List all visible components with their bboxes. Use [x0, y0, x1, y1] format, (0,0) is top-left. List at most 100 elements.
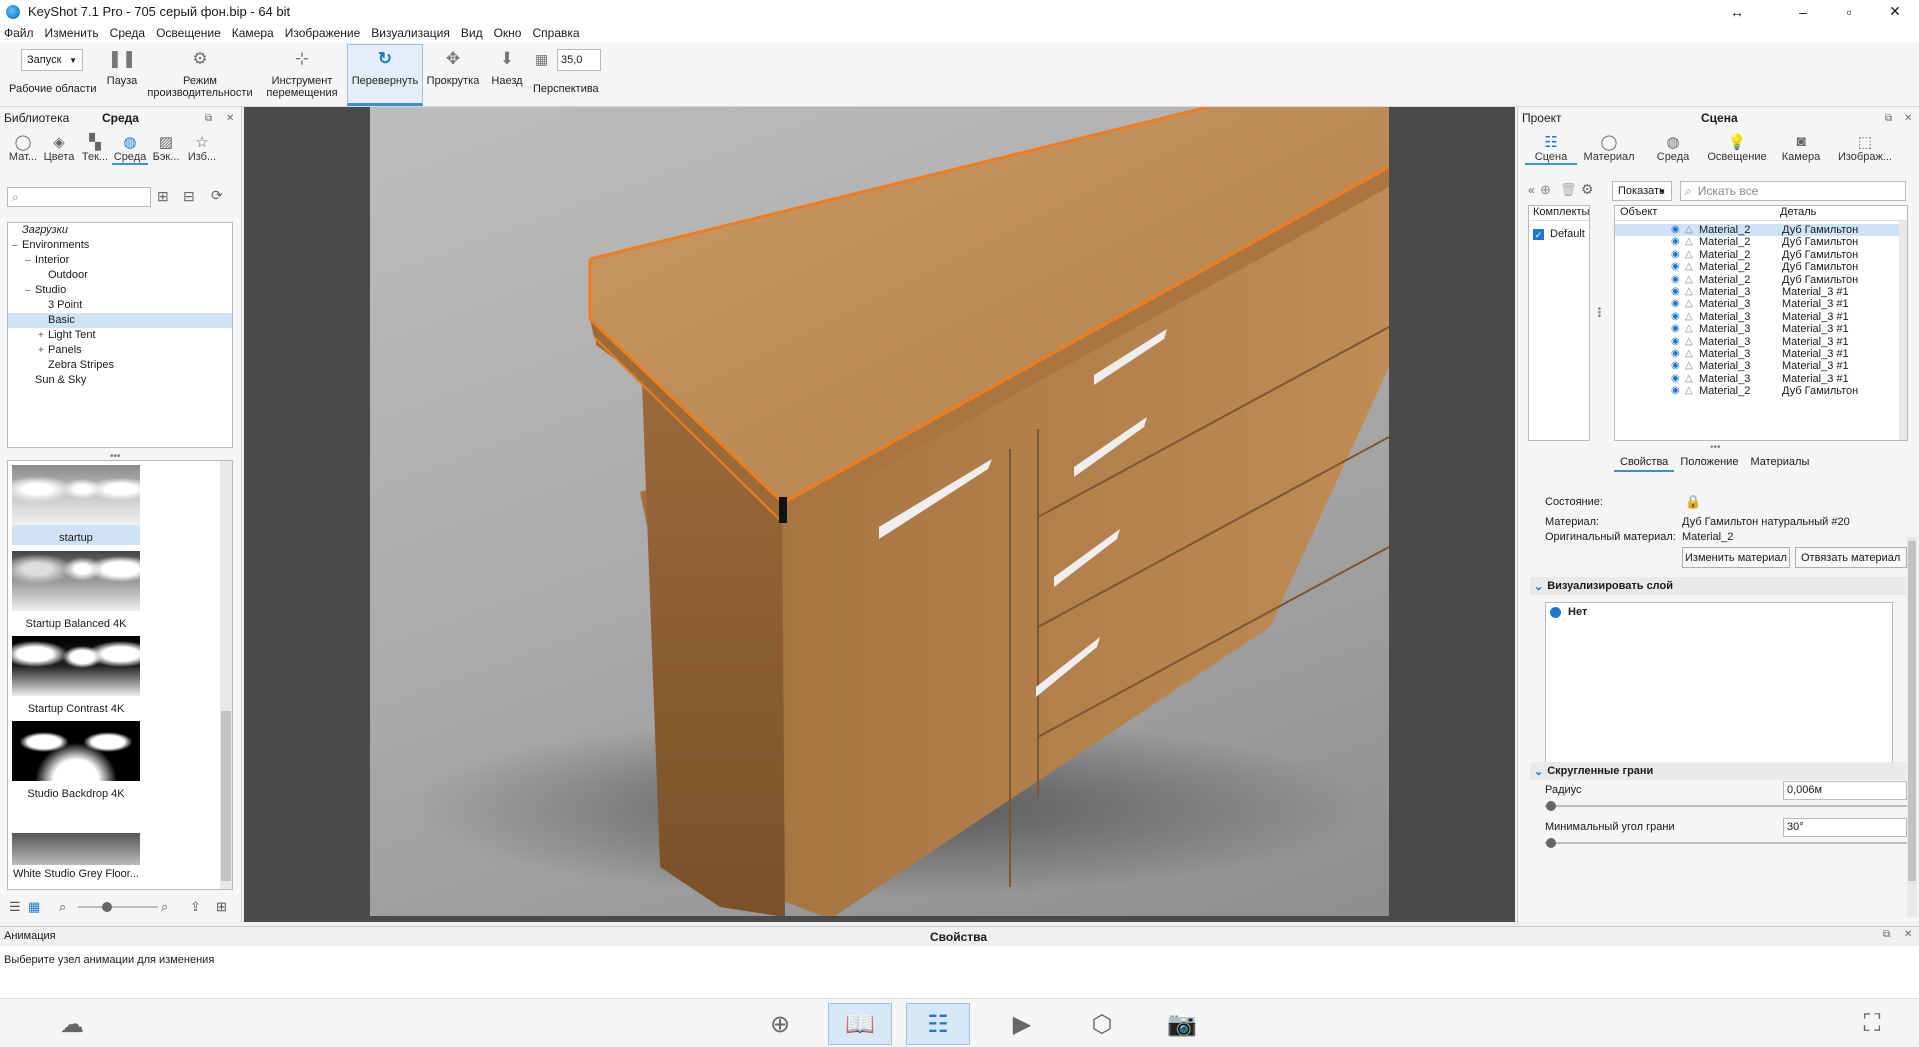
table-row[interactable]: ◉ △ Material_2 Дуб Гамильтон [1615, 274, 1907, 286]
import-button[interactable]: ⊕ [748, 1003, 812, 1045]
subtab-position[interactable]: Положение [1674, 456, 1744, 472]
tab-textures[interactable]: ▚ Тек... [78, 133, 112, 165]
thumbnail-size-slider[interactable] [78, 906, 158, 908]
visibility-eye-icon[interactable]: ◉ [1671, 286, 1680, 298]
folder-icon[interactable]: ⊞ [216, 899, 227, 915]
radius-slider-knob[interactable] [1546, 801, 1556, 811]
splitter-handle-icon[interactable]: ••• [1710, 442, 1721, 453]
animation-button[interactable]: ▶ [990, 1003, 1054, 1045]
subtab-materials[interactable]: Материалы [1744, 456, 1815, 472]
close-panel-icon[interactable]: ✕ [1904, 929, 1912, 940]
show-dropdown[interactable]: Показать ▼ [1612, 181, 1672, 201]
zoom-in-icon[interactable]: ⌕ [161, 899, 168, 915]
visibility-eye-icon[interactable]: ◉ [1671, 373, 1680, 385]
unlink-material-button[interactable]: Отвязать материал [1795, 547, 1907, 568]
visibility-eye-icon[interactable]: ◉ [1671, 385, 1680, 397]
visibility-eye-icon[interactable]: ◉ [1671, 311, 1680, 323]
thumbnail-startup[interactable]: startup [12, 465, 140, 545]
tree-item[interactable]: – Interior [8, 253, 232, 268]
add-object-icon[interactable]: ⊕ [1540, 182, 1551, 198]
tab-scene[interactable]: ☷ Сцена [1525, 133, 1577, 165]
table-row[interactable]: ◉ △ Material_3 Material_3 #1 [1615, 348, 1907, 360]
layer-item-none[interactable]: Нет [1550, 606, 1892, 618]
collapse-icon[interactable]: « [1528, 183, 1535, 197]
table-row[interactable]: ◉ △ Material_2 Дуб Гамильтон [1615, 249, 1907, 261]
expand-icon[interactable]: + [38, 328, 44, 343]
add-folder-icon[interactable]: ⊞ [157, 188, 169, 205]
expand-icon[interactable]: + [38, 343, 44, 358]
change-material-button[interactable]: Изменить материал [1682, 547, 1790, 568]
render-button[interactable]: 📷 [1150, 1003, 1214, 1045]
menu-camera[interactable]: Камера [232, 26, 274, 40]
render-image[interactable] [370, 107, 1389, 916]
splitter-handle-icon[interactable]: ••• [1593, 307, 1604, 318]
undock-icon[interactable]: ⧉ [1885, 113, 1892, 124]
fov-input[interactable]: 35,0 [557, 49, 601, 71]
zoom-out-icon[interactable]: ⌕ [59, 899, 66, 915]
move-tool-button[interactable]: ⊹ Инструмент перемещения [264, 47, 340, 105]
tree-item[interactable]: Sun & Sky [8, 373, 232, 388]
table-row[interactable]: ◉ △ Material_2 Дуб Гамильтон [1615, 236, 1907, 248]
visibility-eye-icon[interactable]: ◉ [1671, 274, 1680, 286]
scene-table-scrollbar[interactable] [1899, 221, 1907, 440]
table-row[interactable]: ◉ △ Material_2 Дуб Гамильтон [1615, 385, 1907, 397]
tree-item[interactable]: + Panels [8, 343, 232, 358]
scene-search-input[interactable]: ⌕ Искать все [1680, 181, 1906, 201]
menu-edit[interactable]: Изменить [45, 26, 99, 40]
menu-file[interactable]: Файл [4, 26, 34, 40]
flip-button[interactable]: ↻ Перевернуть [347, 44, 423, 106]
menu-view[interactable]: Вид [461, 26, 483, 40]
slider-knob[interactable] [102, 902, 112, 912]
thumbnail-white-studio[interactable]: White Studio Grey Floor... [12, 833, 140, 880]
thumbnail-startup-balanced[interactable]: Startup Balanced 4K [12, 551, 140, 630]
scrollbar-thumb[interactable] [1908, 541, 1916, 881]
pause-button[interactable]: ❚❚ Пауза [102, 47, 142, 105]
min-angle-input[interactable]: 30° [1783, 818, 1907, 837]
checkbox-checked-icon[interactable]: ✓ [1533, 228, 1544, 240]
workspace-select[interactable]: Запуск ▼ [21, 49, 83, 71]
tab-materials[interactable]: ◯ Мат... [6, 133, 40, 165]
thumbnail-startup-contrast[interactable]: Startup Contrast 4K [12, 636, 140, 715]
visibility-eye-icon[interactable]: ◉ [1671, 323, 1680, 335]
tree-item[interactable]: Outdoor [8, 268, 232, 283]
tree-item[interactable]: Zebra Stripes [8, 358, 232, 373]
close-panel-icon[interactable]: ✕ [226, 113, 234, 124]
menu-window[interactable]: Окно [494, 26, 522, 40]
minimize-button[interactable]: – [1780, 0, 1826, 23]
dolly-button[interactable]: ⬇ Наезд [486, 47, 528, 105]
tab-lighting[interactable]: 💡 Освещение [1705, 133, 1769, 165]
menu-image[interactable]: Изображение [285, 26, 361, 40]
menu-environment[interactable]: Среда [110, 26, 145, 40]
tab-favorites[interactable]: ☆ Изб... [184, 133, 220, 165]
table-row[interactable]: ◉ △ Material_3 Material_3 #1 [1615, 360, 1907, 372]
tree-item[interactable]: Загрузки [8, 223, 232, 238]
tab-image[interactable]: ⬚ Изображ... [1833, 133, 1897, 165]
import-folder-icon[interactable]: ⊟ [183, 188, 195, 205]
table-row[interactable]: ◉ △ Material_3 Material_3 #1 [1615, 373, 1907, 385]
visibility-eye-icon[interactable]: ◉ [1671, 348, 1680, 360]
collapse-icon[interactable]: – [12, 238, 18, 253]
tab-environment[interactable]: ◍ Среда [112, 133, 148, 165]
table-row[interactable]: ◉ △ Material_3 Material_3 #1 [1615, 323, 1907, 335]
performance-mode-button[interactable]: ⚙ Режим производительности [145, 47, 255, 105]
tree-item[interactable]: – Studio [8, 283, 232, 298]
subtab-properties[interactable]: Свойства [1614, 456, 1675, 472]
table-row[interactable]: ◉ △ Material_3 Material_3 #1 [1615, 286, 1907, 298]
table-row[interactable]: ◉ △ Material_2 Дуб Гамильтон [1615, 224, 1907, 236]
visibility-eye-icon[interactable]: ◉ [1671, 224, 1680, 236]
visibility-eye-icon[interactable]: ◉ [1671, 336, 1680, 348]
maximize-button[interactable]: ▫ [1826, 0, 1872, 23]
tab-environment[interactable]: ◍ Среда [1641, 133, 1705, 165]
table-row[interactable]: ◉ △ Material_3 Material_3 #1 [1615, 336, 1907, 348]
table-row[interactable]: ◉ △ Material_3 Material_3 #1 [1615, 298, 1907, 310]
set-default[interactable]: ✓ Default [1533, 228, 1585, 240]
properties-scrollbar[interactable] [1907, 537, 1917, 917]
pan-button[interactable]: ✥ Прокрутка [424, 47, 482, 105]
menu-help[interactable]: Справка [532, 26, 579, 40]
upload-icon[interactable]: ⇪ [190, 899, 201, 915]
thumbnails-scrollbar[interactable] [220, 461, 232, 889]
project-button[interactable]: ☷ [906, 1003, 970, 1045]
close-button[interactable]: ✕ [1872, 0, 1918, 23]
lock-icon[interactable]: 🔒 [1685, 494, 1701, 510]
visibility-eye-icon[interactable]: ◉ [1671, 249, 1680, 261]
